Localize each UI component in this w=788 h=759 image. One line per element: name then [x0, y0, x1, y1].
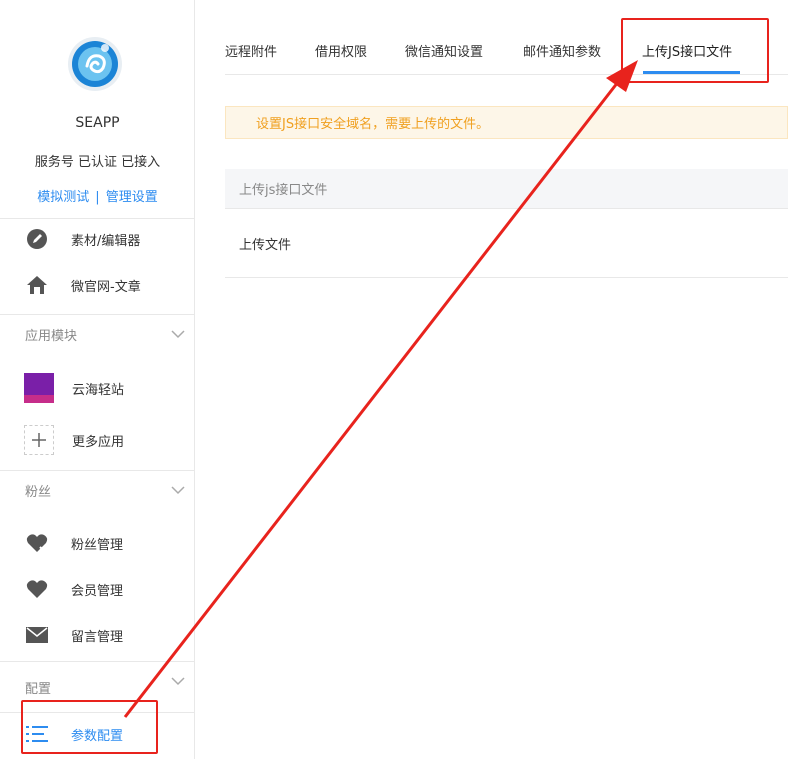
home-icon: [24, 272, 50, 298]
sidebar-item-label: 留言管理: [71, 629, 124, 645]
table-row: 上传文件: [225, 209, 788, 278]
sidebar-item-label: 微官网-文章: [71, 279, 141, 295]
mail-icon: [24, 622, 50, 648]
chevron-down-icon: [171, 486, 185, 495]
chevron-down-icon: [171, 677, 185, 686]
sidebar-item-label: 素材/编辑器: [71, 233, 141, 249]
section-title: 配置: [25, 681, 52, 697]
simulate-test-link[interactable]: 模拟测试: [37, 190, 89, 205]
tab-wechat-notify[interactable]: 微信通知设置: [405, 41, 483, 60]
plus-icon: [24, 425, 54, 455]
upload-file-label[interactable]: 上传文件: [239, 234, 291, 253]
manage-settings-link[interactable]: 管理设置: [106, 190, 158, 205]
section-apps[interactable]: 应用模块: [0, 314, 195, 354]
highlight-box-tab: [621, 18, 769, 83]
app-logo-icon: [24, 373, 54, 403]
sidebar-item-label: 云海轻站: [72, 382, 125, 398]
sidebar-item-label: 会员管理: [71, 583, 124, 599]
sidebar-item-members[interactable]: 会员管理: [0, 568, 195, 610]
sidebar: SEAPP 服务号 已认证 已接入 模拟测试 | 管理设置 素材/编辑器 微官网-文…: [0, 0, 195, 759]
sidebar-item-microsite[interactable]: 微官网-文章: [0, 264, 195, 306]
tab-borrow-permission[interactable]: 借用权限: [315, 41, 367, 60]
tab-remote-attachment[interactable]: 远程附件: [225, 41, 277, 60]
main-content: 远程附件 借用权限 微信通知设置 邮件通知参数 上传JS接口文件 设置JS接口安…: [225, 0, 788, 759]
account-logo-icon: [68, 37, 122, 91]
section-fans[interactable]: 粉丝: [0, 470, 195, 510]
table-header: 上传js接口文件: [225, 169, 788, 209]
account-panel: SEAPP 服务号 已认证 已接入 模拟测试 | 管理设置: [0, 0, 194, 219]
link-separator: |: [95, 190, 100, 205]
account-status: 服务号 已认证 已接入: [34, 155, 161, 170]
sidebar-item-yunhai[interactable]: 云海轻站: [0, 367, 195, 409]
tab-mail-notify[interactable]: 邮件通知参数: [523, 41, 601, 60]
section-title: 粉丝: [25, 485, 52, 500]
upload-table: 上传js接口文件 上传文件: [225, 169, 788, 278]
sidebar-item-more-apps[interactable]: 更多应用: [0, 419, 195, 461]
chevron-down-icon: [171, 330, 185, 339]
notice-banner: 设置JS接口安全域名，需要上传的文件。: [225, 106, 788, 139]
heart-tag-icon: [24, 530, 50, 556]
sidebar-item-materials[interactable]: 素材/编辑器: [0, 218, 195, 260]
section-title: 应用模块: [25, 329, 78, 344]
highlight-box-params: [21, 700, 158, 754]
sidebar-item-label: 更多应用: [72, 434, 125, 450]
account-links: 模拟测试 | 管理设置: [0, 186, 195, 205]
heart-icon: [24, 576, 50, 602]
sidebar-item-label: 粉丝管理: [71, 537, 124, 553]
account-name: SEAPP: [75, 115, 120, 131]
sidebar-item-messages[interactable]: 留言管理: [0, 614, 195, 656]
sidebar-item-fans[interactable]: 粉丝管理: [0, 522, 195, 564]
pencil-icon: [24, 226, 50, 252]
